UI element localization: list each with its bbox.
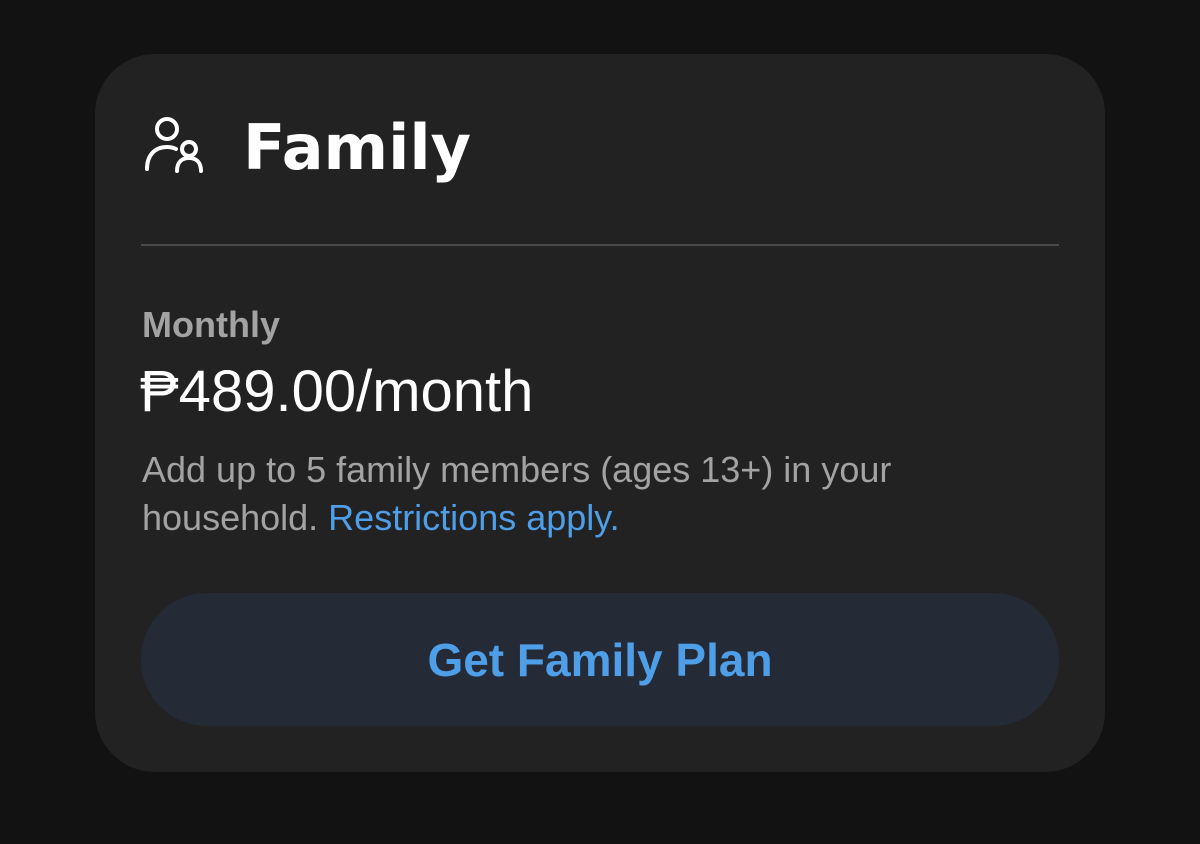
plan-description: Add up to 5 family members (ages 13+) in…	[142, 446, 1052, 542]
family-icon	[143, 115, 207, 179]
billing-period-label: Monthly	[142, 304, 280, 345]
get-family-plan-label: Get Family Plan	[427, 633, 773, 686]
restrictions-link[interactable]: Restrictions apply.	[328, 497, 619, 538]
plan-price: ₱489.00/month	[140, 359, 534, 424]
plan-title: Family	[243, 110, 472, 184]
plan-header: Family	[143, 110, 472, 184]
family-plan-card: Family Monthly ₱489.00/month Add up to 5…	[95, 54, 1105, 772]
get-family-plan-button[interactable]: Get Family Plan	[141, 593, 1059, 726]
divider	[141, 244, 1059, 246]
